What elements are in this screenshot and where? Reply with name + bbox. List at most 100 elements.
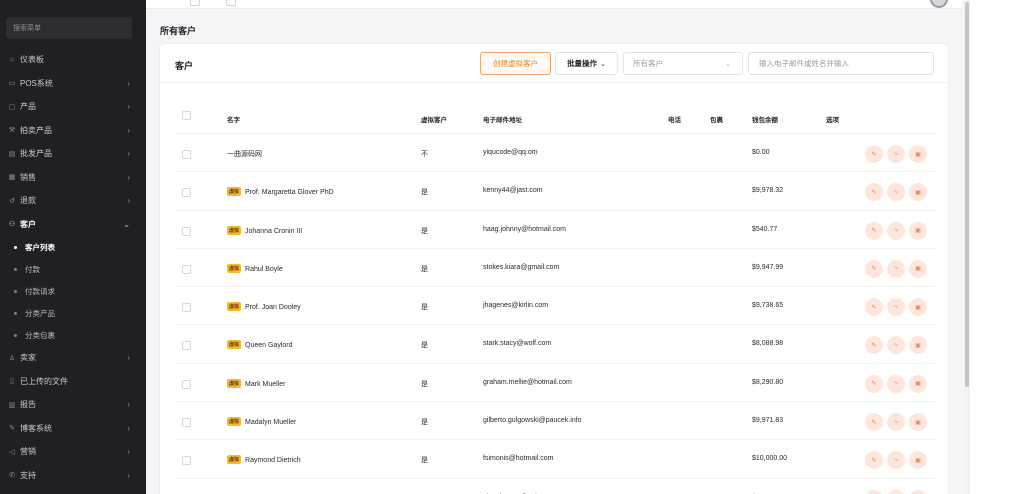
sidebar-item-refund[interactable]: ↺ 退款 › <box>0 189 146 213</box>
edit-button[interactable]: ✎ <box>865 336 883 355</box>
login-as-button[interactable]: ⤷ <box>887 489 905 494</box>
row-actions: ✎ ⤷ ▣ <box>865 145 927 163</box>
virtual-badge: 虚拟 <box>227 302 242 312</box>
menu-search-input[interactable] <box>6 17 132 39</box>
table-body: 一曲源码网不 yiqucode@qq.om $0.00 ✎ ⤷ ▣ 虚拟 Prof. Marg… <box>176 134 936 494</box>
wallet-balance: $8,290.80 <box>752 378 784 386</box>
row-checkbox[interactable] <box>182 456 191 466</box>
sidebar-item-user[interactable]: ♙ 卖家 › <box>0 346 146 370</box>
delete-button[interactable]: ▣ <box>909 221 927 240</box>
chevron-right-icon: › <box>127 423 130 433</box>
edit-button[interactable]: ✎ <box>865 145 883 163</box>
row-checkbox[interactable] <box>182 341 191 351</box>
delete-button[interactable]: ▣ <box>909 183 927 202</box>
sidebar-item-gavel[interactable]: ⚒ 拍卖产品 › <box>0 119 146 143</box>
login-as-button[interactable]: ⤷ <box>887 183 905 202</box>
edit-button[interactable]: ✎ <box>865 298 883 317</box>
sidebar-item-megaphone[interactable]: ◁ 营销 › <box>0 440 146 464</box>
chevron-right-icon: › <box>127 447 130 457</box>
chevron-right-icon: › <box>127 102 130 112</box>
header-name: 名字 <box>227 117 240 124</box>
row-checkbox[interactable] <box>182 418 191 428</box>
wallet-balance: $8,088.98 <box>752 340 784 348</box>
login-as-button[interactable]: ⤷ <box>887 374 905 393</box>
refund-icon: ↺ <box>9 197 15 205</box>
row-checkbox[interactable] <box>182 226 191 236</box>
scrollbar-thumb[interactable] <box>965 2 969 387</box>
edit-button[interactable]: ✎ <box>865 451 883 470</box>
edit-icon: ✎ <box>871 266 877 273</box>
submenu-item[interactable]: 付款请求 <box>0 280 146 302</box>
top-checkbox-2[interactable] <box>226 0 236 6</box>
login-as-button[interactable]: ⤷ <box>887 451 905 470</box>
delete-button[interactable]: ▣ <box>909 298 927 317</box>
edit-button[interactable]: ✎ <box>865 183 883 202</box>
login-as-button[interactable]: ⤷ <box>887 336 905 355</box>
sidebar-item-folder[interactable]: ▯ 已上传的文件 <box>0 370 146 394</box>
delete-button[interactable]: ▣ <box>909 451 927 470</box>
customer-name: Prof. Margaretta Glover PhD <box>245 189 334 197</box>
delete-button[interactable]: ▣ <box>909 259 927 278</box>
row-checkbox[interactable] <box>182 379 191 389</box>
header-package: 包裹 <box>710 117 723 124</box>
submenu-item[interactable]: 付款 <box>0 258 146 280</box>
login-as-button[interactable]: ⤷ <box>887 413 905 432</box>
edit-icon: ✎ <box>871 228 877 235</box>
virtual-flag: 是 <box>421 419 428 427</box>
customer-filter-select[interactable]: 所有客户 ⌄ <box>623 52 743 75</box>
virtual-badge: 虚拟 <box>227 263 242 273</box>
sidebar-item-label: 支持 <box>20 470 36 480</box>
submenu-item[interactable]: 分类包裹 <box>0 324 146 346</box>
avatar[interactable] <box>930 0 948 8</box>
edit-button[interactable]: ✎ <box>865 413 883 432</box>
login-as-icon: ⤷ <box>894 227 898 234</box>
virtual-flag: 不 <box>421 151 428 158</box>
customer-email: kenny44@jast.com <box>483 187 543 195</box>
sidebar-item-blog[interactable]: ✎ 博客系统 › <box>0 417 146 441</box>
delete-button[interactable]: ▣ <box>909 489 927 494</box>
edit-button[interactable]: ✎ <box>865 489 883 494</box>
delete-button[interactable]: ▣ <box>909 374 927 393</box>
delete-icon: ▣ <box>915 189 921 196</box>
row-checkbox[interactable] <box>182 264 191 274</box>
create-virtual-customer-button[interactable]: 创建虚拟客户 <box>480 52 551 75</box>
edit-icon: ✎ <box>871 304 877 311</box>
header-virtual: 虚拟客户 <box>421 117 447 124</box>
delete-button[interactable]: ▣ <box>909 145 927 163</box>
top-checkbox[interactable] <box>190 0 200 6</box>
edit-button[interactable]: ✎ <box>865 259 883 278</box>
submenu-item[interactable]: 分类产品 <box>0 302 146 324</box>
login-as-button[interactable]: ⤷ <box>887 298 905 317</box>
sidebar-item-report[interactable]: ▥ 报告 › <box>0 393 146 417</box>
sidebar-item-box[interactable]: ▢ 产品 › <box>0 95 146 119</box>
sidebar-item-support[interactable]: ✆ 支持 › <box>0 464 146 488</box>
customer-search-input[interactable] <box>748 52 934 75</box>
sidebar-item-home[interactable]: ⌂ 仪表板 <box>0 48 146 72</box>
sidebar-item-pos[interactable]: ▭ POS系统 › <box>0 72 146 96</box>
edit-button[interactable]: ✎ <box>865 221 883 240</box>
header-balance: 钱包余额 <box>752 117 778 124</box>
login-as-button[interactable]: ⤷ <box>887 145 905 163</box>
sidebar-item-boxes[interactable]: ▤ 批发产品 › <box>0 142 146 166</box>
row-actions: ✎ ⤷ ▣ <box>865 451 927 470</box>
login-as-button[interactable]: ⤷ <box>887 259 905 278</box>
bulk-action-button[interactable]: 批量操作 ⌄ <box>555 52 618 75</box>
edit-button[interactable]: ✎ <box>865 374 883 393</box>
delete-icon: ▣ <box>915 457 921 464</box>
customer-email: stark.stacy@wolf.com <box>483 340 552 348</box>
submenu-item[interactable]: 客户列表 <box>0 236 146 258</box>
customers-card: 客户 创建虚拟客户 批量操作⌄ 所有客户 ⌄ 名字 虚拟客户 电子邮件地址 电话… <box>160 44 948 494</box>
delete-button[interactable]: ▣ <box>909 413 927 432</box>
delete-button[interactable]: ▣ <box>909 336 927 355</box>
virtual-badge: 虚拟 <box>227 417 242 427</box>
sidebar-item-cart[interactable]: ▦ 销售 › <box>0 166 146 190</box>
row-checkbox[interactable] <box>182 150 191 159</box>
sidebar-item-users[interactable]: ⚇ 客户 ⌄ <box>0 213 146 237</box>
select-all-checkbox[interactable] <box>182 111 191 120</box>
virtual-badge: 虚拟 <box>227 455 242 465</box>
table-row: 虚拟 Rahul Boyle 是 stokes.kiara@gmail.com $9,9… <box>176 249 936 288</box>
row-checkbox[interactable] <box>182 188 191 198</box>
login-as-button[interactable]: ⤷ <box>887 221 905 240</box>
table-row: 虚拟 Queen Gaylord 是 stark.stacy@wolf.com $8,0… <box>176 325 936 364</box>
row-checkbox[interactable] <box>182 303 191 313</box>
